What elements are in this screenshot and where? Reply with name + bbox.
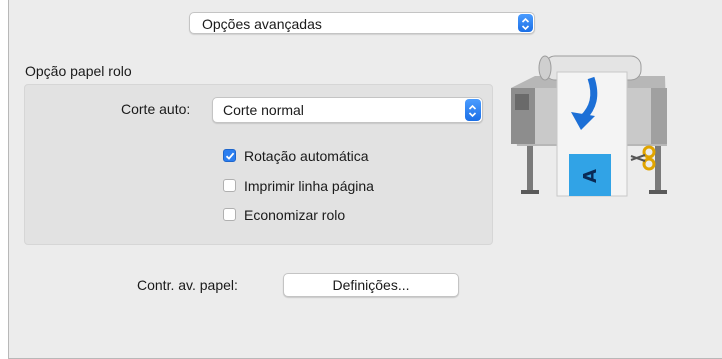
- paper-feed-label: Contr. av. papel:: [137, 277, 238, 293]
- print-options-panel: Opções avançadas Opção papel rolo Corte …: [8, 0, 722, 359]
- auto-rotate-label[interactable]: Rotação automática: [244, 148, 369, 164]
- options-category-select[interactable]: Opções avançadas: [189, 12, 535, 34]
- print-page-line-label[interactable]: Imprimir linha página: [244, 178, 374, 194]
- roll-paper-group-title: Opção papel rolo: [25, 63, 132, 79]
- auto-cut-label: Corte auto:: [121, 101, 191, 117]
- large-format-printer-icon: A: [511, 55, 667, 197]
- auto-cut-value: Corte normal: [223, 102, 304, 118]
- print-page-line-checkbox[interactable]: [223, 179, 236, 192]
- page-letter: A: [580, 169, 601, 183]
- select-stepper-icon: [518, 14, 533, 32]
- scissors-icon: [630, 145, 656, 171]
- paper-feed-settings-button[interactable]: Definições...: [283, 273, 459, 297]
- select-stepper-icon: [465, 99, 481, 121]
- roll-saver-label[interactable]: Economizar rolo: [244, 207, 345, 223]
- auto-rotate-checkbox[interactable]: [223, 149, 236, 162]
- options-category-value: Opções avançadas: [202, 16, 322, 32]
- auto-cut-select[interactable]: Corte normal: [212, 97, 483, 123]
- roll-saver-checkbox[interactable]: [223, 208, 236, 221]
